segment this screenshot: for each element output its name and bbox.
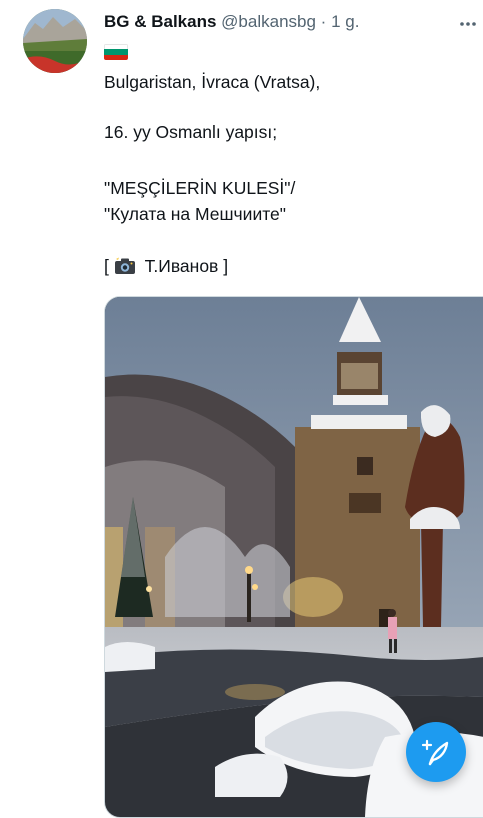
bracket-open: [ [104, 256, 109, 276]
compose-tweet-icon [421, 739, 449, 766]
display-name[interactable]: BG & Balkans [104, 12, 216, 31]
avatar-image [23, 9, 87, 73]
tweet-text-line-4: "Кулата на Мешчиите" [104, 204, 286, 224]
camera-icon [114, 257, 136, 280]
tweet-text-line-2: 16. yy Osmanlı yapısı; [104, 122, 278, 142]
tweet-timestamp[interactable]: 1 g. [331, 12, 359, 31]
separator-dot: · [320, 12, 327, 31]
bulgaria-flag-icon [104, 44, 128, 60]
tweet-text-line-3: "MEŞÇİLERİN KULESİ"/ [104, 178, 296, 198]
more-icon[interactable] [458, 14, 478, 34]
compose-tweet-button[interactable] [406, 722, 466, 782]
tweet-text-line-5: [ Т.Иванов ] [104, 255, 228, 280]
tweet-header: BG & Balkans @balkansbg · 1 g. [104, 12, 483, 36]
tweet[interactable]: BG & Balkans @balkansbg · 1 g. Bulgarist… [0, 0, 483, 818]
photo-credit: Т.Иванов ] [144, 256, 229, 276]
tweet-text-line-1: Bulgaristan, İvraca (Vratsa), [104, 72, 321, 92]
user-handle[interactable]: @balkansbg [221, 12, 316, 31]
avatar[interactable] [23, 9, 87, 73]
